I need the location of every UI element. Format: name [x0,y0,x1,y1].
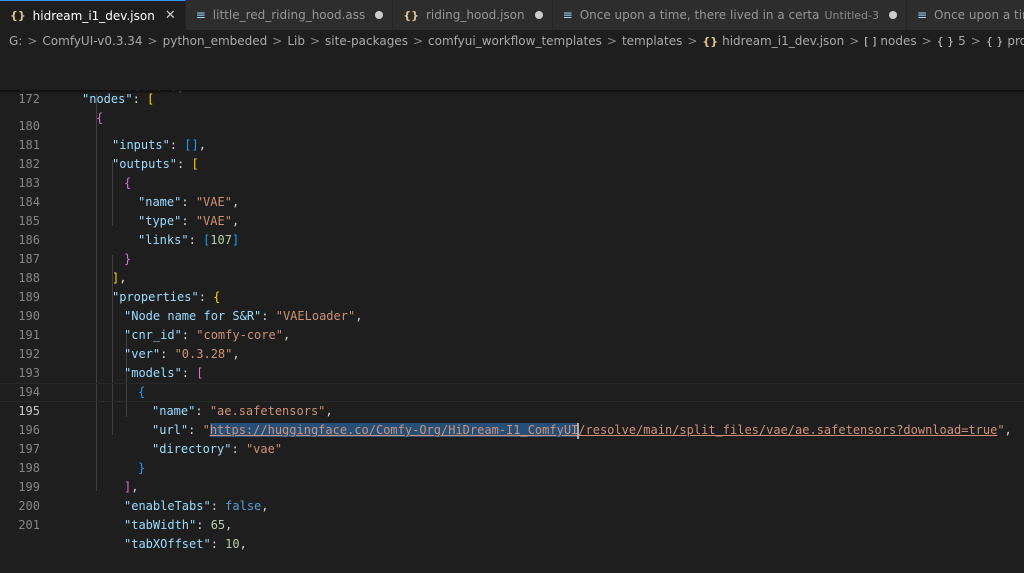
breadcrumb-item[interactable]: G: [9,34,22,48]
code-line[interactable]: 191 "ver": "0.3.28", [0,307,1024,361]
json-bracket: [ [147,92,155,106]
sticky-scroll-shadow [0,90,1024,94]
breadcrumb-item[interactable]: site-packages [325,34,408,48]
tab-label: Once upon a time, there lived in [934,8,1024,22]
tab-label: riding_hood.json [425,8,525,22]
code-line[interactable]: 190 "cnr_id": "comfy-core", [0,288,1024,342]
breadcrumb-file-label: hidream_i1_dev.json [722,34,845,48]
json-punct: : [196,518,211,532]
tab-little-red-riding-hood-ass[interactable]: ≡ little_red_riding_hood.ass [185,0,394,30]
chevron-right-icon: > [849,34,860,48]
text-file-icon: ≡ [562,8,573,22]
code-line[interactable]: 201 "tabXOffset": 10, [0,497,1024,551]
breadcrumb-item[interactable]: comfyui_workflow_templates [428,34,602,48]
breadcrumb-symbol-label: properties [1007,34,1024,48]
editor-tab-bar: {} hidream_i1_dev.json ✕ ≡ little_red_ri… [0,0,1024,30]
sticky-line[interactable]: 172 { [0,71,1024,125]
code-line[interactable]: 200 "tabWidth": 65, [0,478,1024,532]
json-file-icon: {} [10,9,26,22]
tab-label: Once upon a time, there lived in a certa [579,8,820,22]
json-key: "nodes" [82,92,133,106]
json-number: 10 [225,537,240,551]
json-key: "tabXOffset" [124,537,211,551]
code-line[interactable]: 193 { [0,345,1024,399]
array-icon: [ ] [864,34,877,48]
close-icon[interactable]: ✕ [165,8,176,23]
chevron-right-icon: > [147,34,158,48]
code-line[interactable]: 198 ], [0,440,1024,494]
json-punct: : [210,537,226,551]
breadcrumb-symbol-label: 5 [958,34,966,48]
breadcrumb-item[interactable]: python_embeded [163,34,268,48]
code-line[interactable]: 196 "directory": "vae" [0,402,1024,456]
code-line[interactable]: 199 "enableTabs": false, [0,459,1024,513]
chevron-right-icon: > [687,34,698,48]
code-line[interactable]: 182 { [0,136,1024,190]
breadcrumb-symbol-5[interactable]: { } 5 [937,34,966,48]
object-icon: { } [985,34,1004,48]
json-number: 65 [210,518,226,532]
json-file-icon: {} [702,34,719,48]
code-line[interactable]: 185 "links": [107] [0,193,1024,247]
text-file-icon: ≡ [916,8,928,22]
code-editor[interactable]: 6 "nodes": [ 172 { 179 "mode": 0, 180 "i… [0,52,1024,551]
code-line[interactable]: 183 "name": "VAE", [0,155,1024,209]
code-line[interactable]: 197 } [0,421,1024,475]
chevron-right-icon: > [272,34,283,48]
breadcrumb-item[interactable]: ComfyUI-v0.3.34 [42,34,142,48]
tab-untitled-4[interactable]: ≡ Once upon a time, there lived in [906,0,1024,30]
breadcrumb-symbol-nodes[interactable]: [ ] nodes [864,34,916,48]
code-line-current[interactable]: 195 "url": "https://huggingface.co/Comfy… [0,383,1024,439]
code-line[interactable]: 187 ], [0,231,1024,285]
sticky-line[interactable]: 6 "nodes": [ [0,52,1024,106]
json-file-icon: {} [403,8,419,22]
line-number: 201 [18,518,40,532]
json-key: "tabWidth" [124,518,197,532]
code-line[interactable]: 188 "properties": { [0,250,1024,304]
chevron-right-icon: > [606,34,617,48]
code-line[interactable]: 189 "Node name for S&R": "VAELoader", [0,269,1024,323]
breadcrumb-item[interactable]: templates [622,34,682,48]
text-file-icon: ≡ [195,8,206,22]
code-line[interactable]: 181 "outputs": [ [0,117,1024,171]
tab-riding-hood-json[interactable]: {} riding_hood.json [393,0,553,30]
tab-label: hidream_i1_dev.json [32,8,155,23]
unsaved-dot-icon[interactable] [888,11,897,19]
json-punct: , [225,518,233,532]
json-punct: , [239,537,247,551]
object-icon: { } [936,34,955,48]
tab-label: little_red_riding_hood.ass [212,8,366,22]
breadcrumb: G: > ComfyUI-v0.3.34 > python_embeded > Lib… [0,30,1024,52]
json-punct: : [132,92,148,106]
code-line[interactable]: 192 "models": [ [0,326,1024,380]
chevron-right-icon: > [970,34,981,48]
unsaved-dot-icon[interactable] [375,11,384,19]
code-line[interactable]: 194 "name": "ae.safetensors", [0,364,1024,418]
breadcrumb-symbol-label: nodes [880,34,917,48]
code-line[interactable]: 186 } [0,212,1024,266]
chevron-right-icon: > [412,34,424,48]
json-bracket: { [96,111,104,125]
tab-suffix: Untitled-3 [824,8,879,22]
tab-untitled-3[interactable]: ≡ Once upon a time, there lived in a cer… [552,0,907,30]
unsaved-dot-icon[interactable] [534,11,543,19]
breadcrumb-item[interactable]: Lib [287,34,305,48]
code-line[interactable]: 184 "type": "VAE", [0,174,1024,228]
breadcrumb-symbol-properties[interactable]: { } properties [986,34,1024,48]
tab-hidream-i1-dev-json[interactable]: {} hidream_i1_dev.json ✕ [0,0,186,30]
chevron-right-icon: > [921,34,932,48]
chevron-right-icon: > [309,34,321,48]
chevron-right-icon: > [27,34,38,48]
breadcrumb-file[interactable]: {} hidream_i1_dev.json [702,34,844,48]
